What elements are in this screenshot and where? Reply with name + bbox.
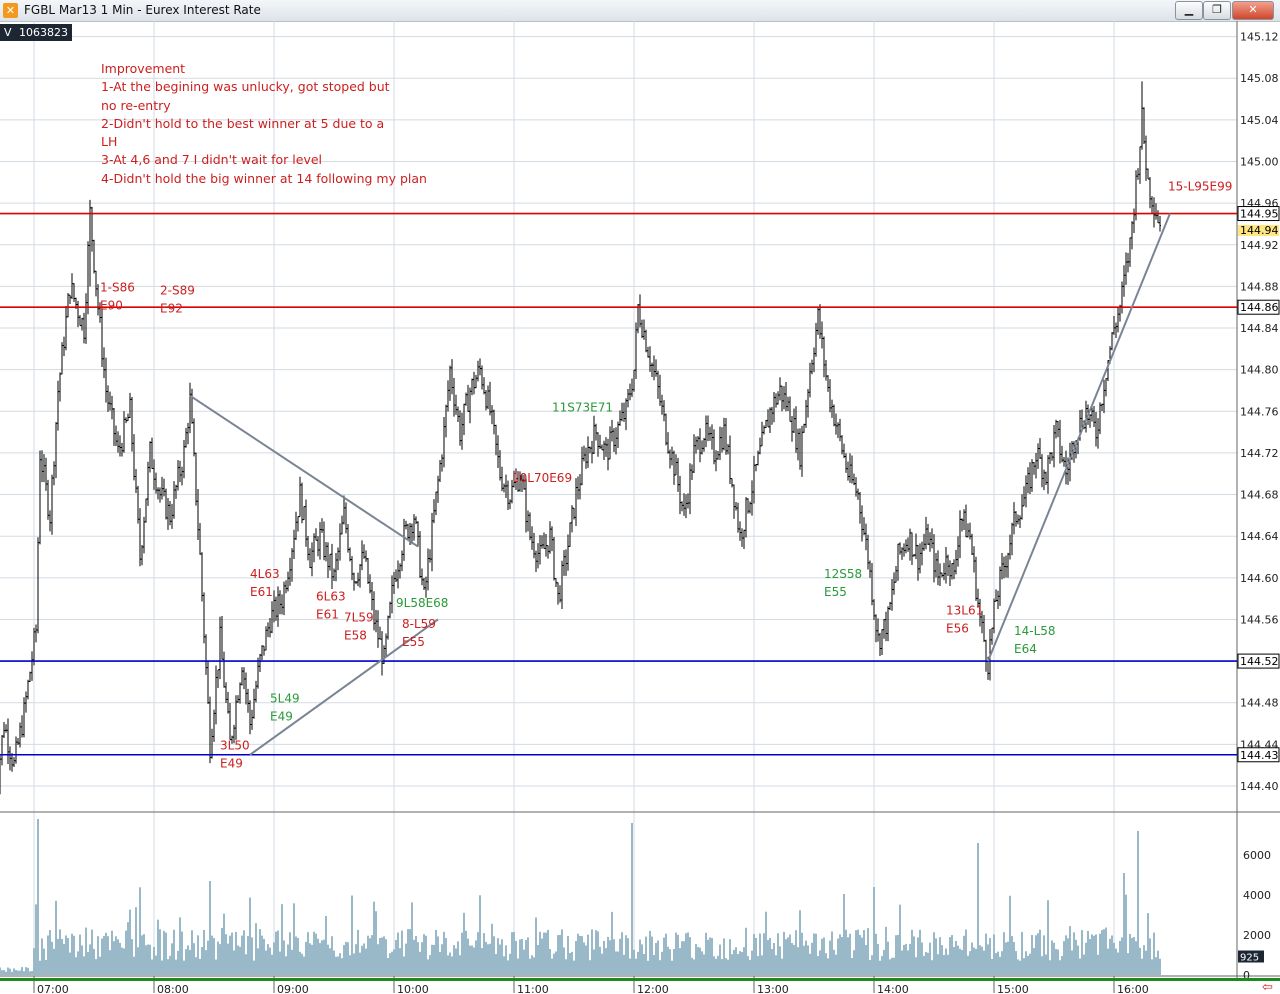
trade-label: 6L63 [316,590,346,604]
trade-label: E61 [250,585,273,599]
x-tick-label: 09:00 [277,983,309,994]
x-tick-label: 07:00 [37,983,69,994]
y-tick-label: 144.40 [1240,780,1279,793]
status-strip [0,978,1280,981]
trade-label: E55 [402,635,425,649]
window-titlebar: ✕ FGBL Mar13 1 Min - Eurex Interest Rate… [0,0,1280,22]
y-tick-label: 144.92 [1240,239,1279,252]
note-line: Improvement [101,61,186,76]
trade-label: 13L61 [946,603,983,617]
trade-label: E90 [100,299,123,313]
level-price-label: 144.52 [1240,655,1279,668]
restore-button[interactable]: ❐ [1203,1,1231,20]
level-price-label: 144.95 [1240,208,1279,221]
trade-label: E61 [316,608,339,622]
note-line: LH [101,134,118,150]
last-price-label: 144.94 [1240,224,1279,237]
trade-label: 7L59 [344,611,374,625]
level-price-label: 144.43 [1240,749,1279,762]
note-line: 3-At 4,6 and 7 I didn't wait for level [101,152,323,168]
x-tick-label: 10:00 [397,983,429,994]
trade-label: 10L70E69 [512,471,572,485]
y-tick-label: 144.64 [1240,530,1279,543]
last-volume-label: 925 [1240,953,1259,964]
trade-label: E92 [160,302,183,316]
app-icon: ✕ [3,3,18,18]
scroll-left-icon: ⇦ [1262,980,1273,994]
trade-label: 11S73E71 [552,400,613,414]
note-line: no re-entry [101,97,171,113]
y-tick-label: 144.76 [1240,405,1279,418]
y-tick-label: 144.56 [1240,613,1279,626]
trade-label: E49 [220,757,243,771]
note-line: 2-Didn't hold to the best winner at 5 du… [101,115,385,131]
trade-label: 4L63 [250,567,280,581]
y-tick-label: 144.72 [1240,447,1279,460]
x-tick-label: 08:00 [157,983,189,994]
minimize-button[interactable]: ▁ [1175,1,1203,20]
note-line: 4-Didn't hold the big winner at 14 follo… [101,170,427,186]
x-tick-label: 13:00 [757,983,789,994]
trade-label: 8-L59 [402,617,436,631]
trendline [987,213,1171,662]
improvement-notes: Improvement 1-At the begining was unluck… [101,60,427,188]
trade-label: 3L50 [220,739,250,753]
level-price-label: 144.86 [1240,301,1279,314]
trendline [189,394,419,548]
y-tick-label: 145.00 [1240,156,1279,169]
trade-label: 14-L58 [1014,624,1056,638]
trade-label: E58 [344,629,367,643]
y-tick-label: 145.08 [1240,72,1279,85]
x-tick-label: 12:00 [637,983,669,994]
y-tick-label: 144.48 [1240,697,1279,710]
trade-label: 5L49 [270,692,300,706]
y-tick-label: 145.12 [1240,31,1279,44]
trade-label: 1-S86 [100,281,135,295]
trade-label: 9L58E68 [396,596,448,610]
volume-tick-label: 4000 [1243,889,1271,902]
trade-label: E56 [946,621,969,635]
volume-badge-value: 1063823 [19,26,69,39]
trade-label: E49 [270,710,293,724]
y-tick-label: 144.68 [1240,489,1279,502]
trade-label: E55 [824,585,847,599]
y-tick-label: 145.04 [1240,114,1279,127]
trade-label: E64 [1014,642,1037,656]
y-tick-label: 144.84 [1240,322,1279,335]
volume-badge-label: V [4,26,12,39]
y-tick-label: 144.88 [1240,280,1279,293]
volume-badge: V 1063823 [0,24,72,41]
y-tick-label: 144.80 [1240,364,1279,377]
trade-label: 12S58 [824,567,862,581]
trade-label: 15-L95E99 [1168,180,1232,194]
x-tick-label: 15:00 [997,983,1029,994]
volume-tick-label: 6000 [1243,849,1271,862]
volume-tick-label: 2000 [1243,929,1271,942]
x-tick-label: 16:00 [1117,983,1149,994]
window-title: FGBL Mar13 1 Min - Eurex Interest Rate [24,3,261,17]
close-button[interactable]: ✕ [1232,1,1274,20]
trade-label: 2-S89 [160,284,195,298]
x-tick-label: 11:00 [517,983,549,994]
x-tick-label: 14:00 [877,983,909,994]
note-line: 1-At the begining was unlucky, got stope… [101,79,390,95]
y-tick-label: 144.60 [1240,572,1279,585]
